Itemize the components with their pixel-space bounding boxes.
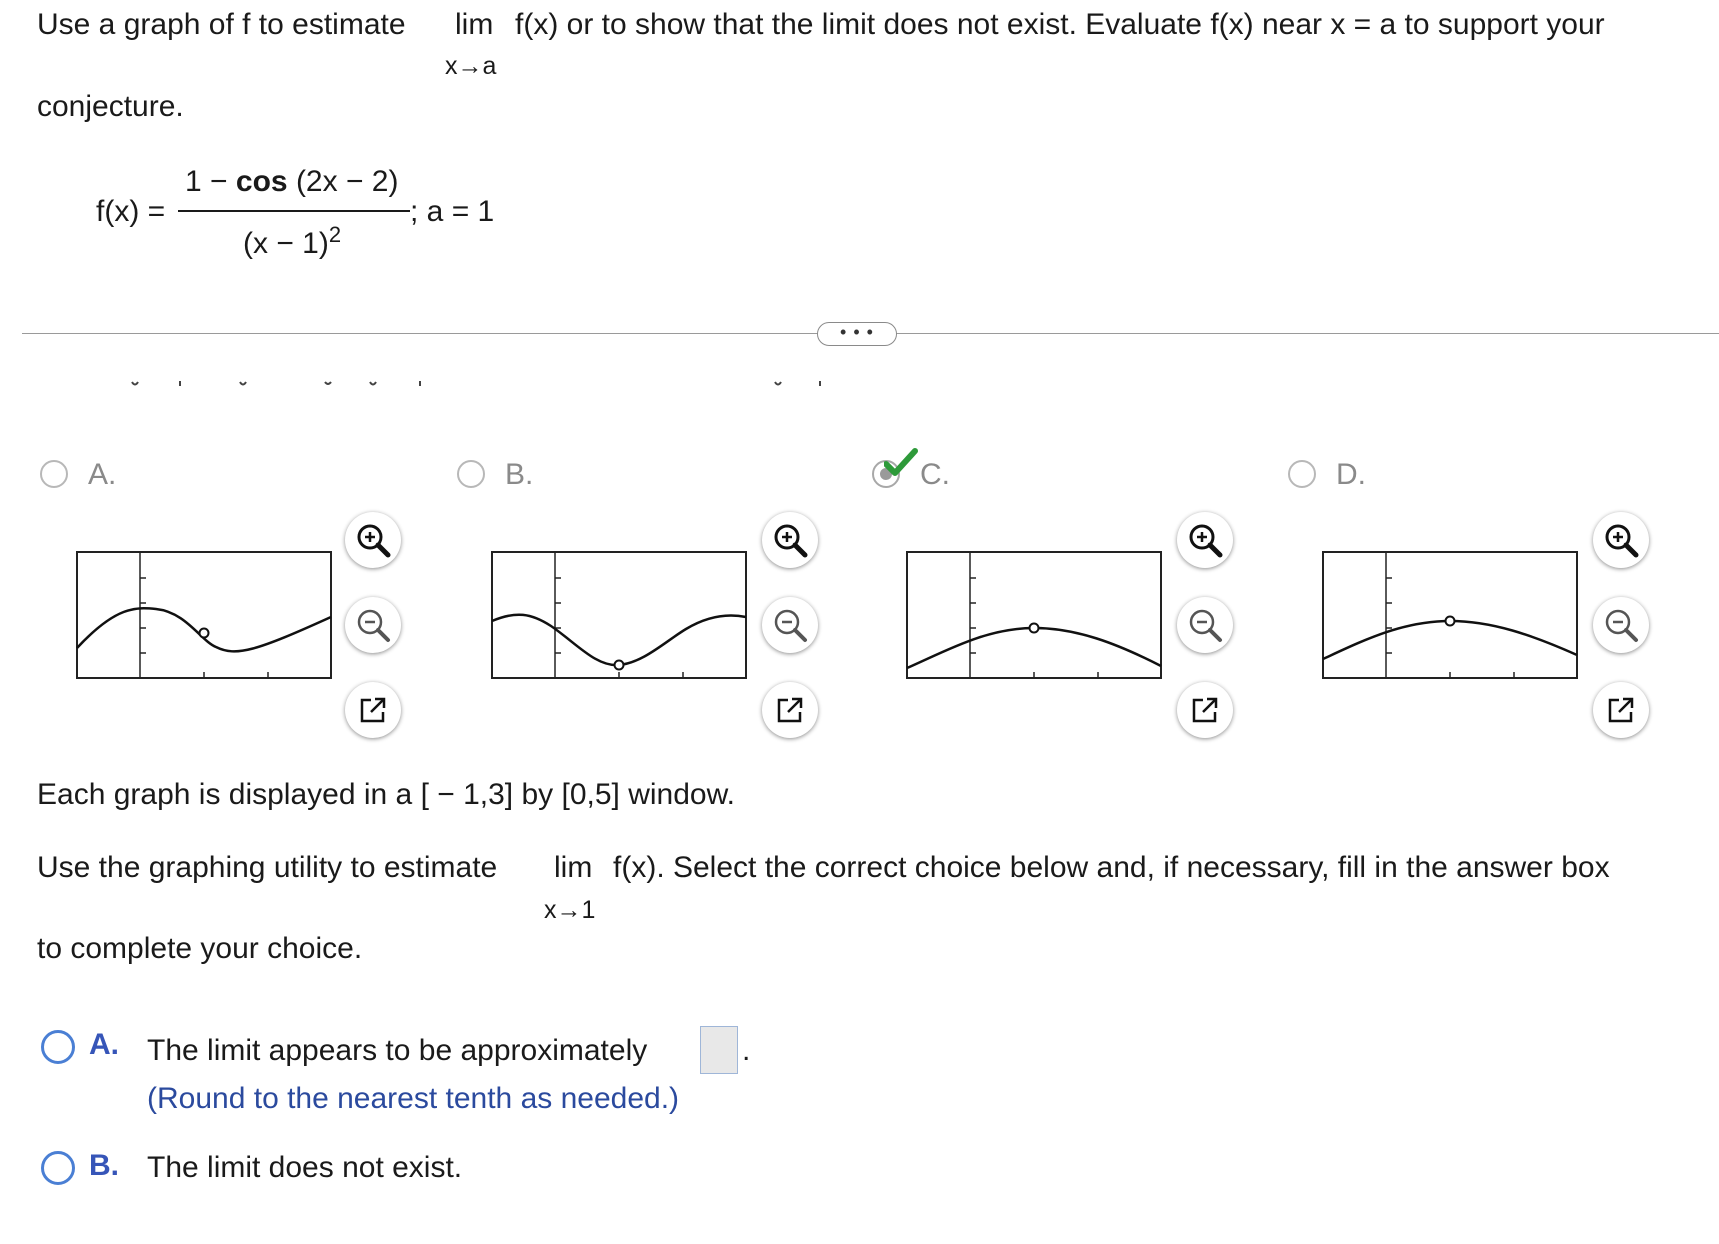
option-d-letter: D. [1336, 458, 1366, 491]
correct-check-icon [884, 448, 918, 476]
option-a-letter: A. [88, 458, 117, 491]
zoom-out-icon [774, 609, 807, 642]
formula-numerator: 1 − cos (2x − 2) [185, 165, 399, 198]
open-new-window-icon [360, 697, 386, 723]
question-text-part1: Use a graph of f to estimate [37, 8, 406, 41]
option-b-zoom-out-button[interactable] [762, 597, 818, 653]
answer-a-letter: A. [89, 1028, 119, 1061]
part2-lim-subscript: x→1 [544, 896, 596, 924]
open-new-window-icon [1192, 697, 1218, 723]
lim-subscript: x→a [445, 52, 497, 80]
answer-b-radio[interactable] [41, 1151, 75, 1185]
open-new-window-icon [777, 697, 803, 723]
part2-text-part2: f(x). Select the correct choice below an… [613, 851, 1610, 884]
option-a-zoom-out-button[interactable] [345, 597, 401, 653]
answer-a-rounding-hint: (Round to the nearest tenth as needed.) [147, 1082, 680, 1115]
option-d-zoom-out-button[interactable] [1593, 597, 1649, 653]
lim-word: lim [455, 8, 494, 41]
zoom-in-icon [1189, 524, 1223, 558]
answer-a-radio[interactable] [41, 1030, 75, 1064]
option-d-graph[interactable] [1322, 551, 1578, 679]
option-a-zoom-in-button[interactable] [345, 512, 401, 568]
option-c-letter: C. [920, 458, 950, 491]
answer-a-text: The limit appears to be approximately [147, 1034, 648, 1067]
option-c-open-window-button[interactable] [1177, 682, 1233, 738]
option-d-zoom-in-button[interactable] [1593, 512, 1649, 568]
zoom-in-icon [1605, 524, 1639, 558]
answer-b-letter: B. [89, 1149, 119, 1182]
option-a-radio[interactable] [40, 460, 68, 488]
zoom-in-icon [357, 524, 391, 558]
answer-b-text: The limit does not exist. [147, 1151, 463, 1184]
option-b-open-window-button[interactable] [762, 682, 818, 738]
zoom-out-icon [1605, 609, 1638, 642]
option-c-zoom-in-button[interactable] [1177, 512, 1233, 568]
zoom-in-icon [774, 524, 808, 558]
limit-answer-input[interactable] [700, 1026, 738, 1074]
part2-text-part1: Use the graphing utility to estimate [37, 851, 498, 884]
answer-a-period: . [742, 1034, 751, 1067]
option-b-letter: B. [505, 458, 534, 491]
open-new-window-icon [1608, 697, 1634, 723]
clipped-text-row [131, 381, 821, 386]
part2-text-line2: to complete your choice. [37, 932, 363, 965]
formula-denominator: (x − 1)2 [243, 222, 342, 260]
question-text-part2: f(x) or to show that the limit does not … [515, 8, 1605, 41]
option-a-open-window-button[interactable] [345, 682, 401, 738]
part2-lim-word: lim [554, 851, 593, 884]
option-b-radio[interactable] [457, 460, 485, 488]
option-c-zoom-out-button[interactable] [1177, 597, 1233, 653]
option-b-zoom-in-button[interactable] [762, 512, 818, 568]
option-c-graph[interactable] [906, 551, 1162, 679]
zoom-out-icon [1189, 609, 1222, 642]
option-a-graph[interactable] [76, 551, 332, 679]
window-note: Each graph is displayed in a [ − 1,3] by… [37, 778, 735, 811]
option-d-radio[interactable] [1288, 460, 1316, 488]
fraction-bar [178, 210, 410, 212]
show-more-button[interactable]: • • • [817, 322, 897, 346]
question-text-line2: conjecture. [37, 90, 184, 123]
formula-a-value: ; a = 1 [410, 195, 495, 228]
option-b-graph[interactable] [491, 551, 747, 679]
zoom-out-icon [357, 609, 390, 642]
option-d-open-window-button[interactable] [1593, 682, 1649, 738]
formula-fx-label: f(x) = [96, 195, 166, 228]
